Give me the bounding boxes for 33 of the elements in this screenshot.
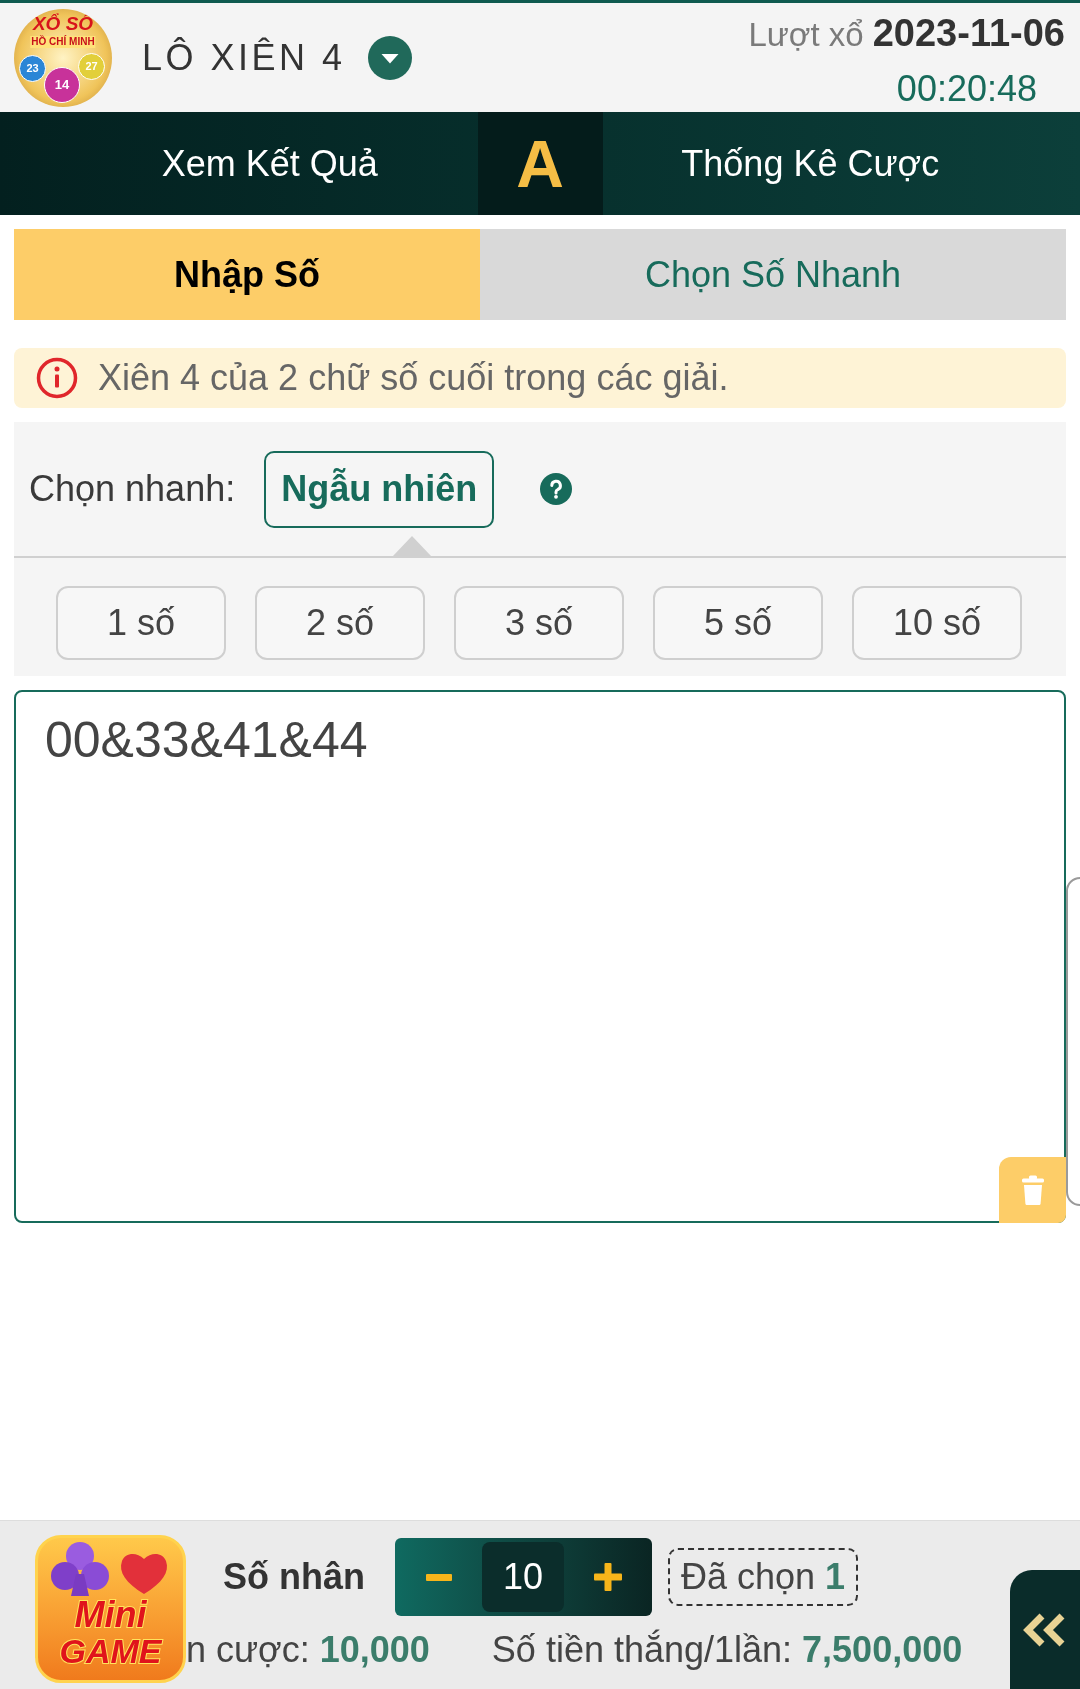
info-icon (36, 357, 78, 399)
multiplier-label: Số nhân (223, 1555, 365, 1599)
bet-stats-button[interactable]: Thống Kê Cược (602, 112, 1080, 215)
page-title: LÔ XIÊN 4 (142, 35, 346, 80)
results-button[interactable]: Xem Kết Quả (0, 112, 478, 215)
draw-date: 2023-11-06 (872, 11, 1065, 56)
trash-icon (1020, 1175, 1045, 1205)
multiplier-input[interactable]: 10 (482, 1542, 564, 1612)
count-button[interactable]: 10 số (852, 586, 1022, 660)
random-button[interactable]: Ngẫu nhiên (264, 450, 495, 528)
collapse-button[interactable] (1010, 1570, 1080, 1689)
help-icon[interactable] (540, 473, 573, 505)
logo-subtitle: HỒ CHÍ MINH (30, 35, 96, 48)
tab[interactable]: Nhập Số (14, 229, 480, 320)
count-button[interactable]: 1 số (56, 586, 226, 660)
count-button[interactable]: 2 số (255, 586, 425, 660)
tab[interactable]: Chọn Số Nhanh (480, 229, 1066, 320)
numbers-input[interactable]: 00&33&41&44 (14, 690, 1066, 1223)
logo-title: XỔ SỐ (32, 13, 94, 34)
count-button[interactable]: 5 số (653, 586, 823, 660)
stake-amount: n cược: 10,000 (186, 1628, 430, 1672)
selected-count-badge: Đã chọn 1 (668, 1548, 859, 1606)
count-button[interactable]: 3 số (454, 586, 624, 660)
countdown-timer: 00:20:48 (896, 67, 1037, 111)
app-logo: A (477, 112, 603, 215)
draw-label: Lượt xổ (748, 15, 864, 55)
dropdown-icon[interactable] (367, 35, 412, 80)
plus-icon (594, 1563, 622, 1591)
lottery-logo[interactable]: XỔ SỐ HỒ CHÍ MINH 23 27 14 (14, 8, 112, 107)
minus-icon (425, 1573, 452, 1581)
winnings-amount: Số tiền thắng/1lần: 7,500,000 (491, 1628, 963, 1672)
notice-text: Xiên 4 của 2 chữ số cuối trong các giải. (98, 356, 729, 400)
quick-pick-label: Chọn nhanh: (29, 467, 236, 511)
